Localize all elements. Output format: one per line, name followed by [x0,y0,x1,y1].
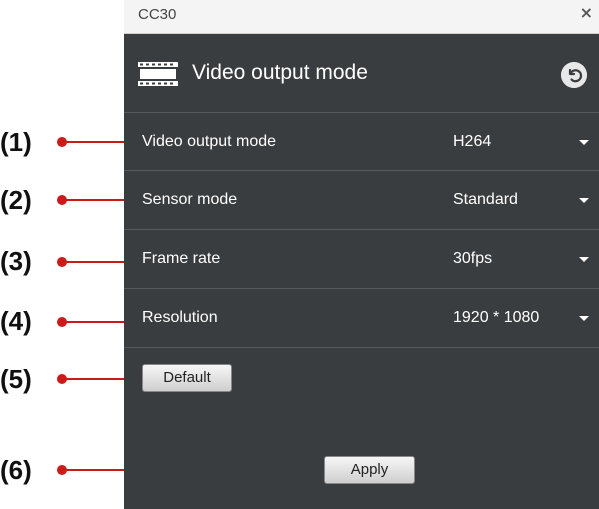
callout-label: (4) [0,306,32,336]
dropdown-arrow-icon[interactable] [579,257,589,262]
callout-label: (2) [0,185,32,215]
page-title: Video output mode [192,61,368,84]
window-titlebar: CC30 × [124,0,599,34]
setting-row-video-output-mode[interactable]: Video output mode H264 [124,112,599,171]
default-button[interactable]: Default [142,364,232,392]
window-title: CC30 [138,6,177,23]
callout-label: (3) [0,246,32,276]
callout-label: (5) [0,364,32,394]
callout-label: (6) [0,455,32,485]
setting-value[interactable]: 1920 * 1080 [453,309,539,327]
back-arrow-icon[interactable] [561,62,587,88]
callout-label: (1) [0,127,32,157]
panel-header: Video output mode [124,34,599,112]
dropdown-arrow-icon[interactable] [579,316,589,321]
dropdown-arrow-icon[interactable] [579,140,589,145]
setting-row-resolution[interactable]: Resolution 1920 * 1080 [124,288,599,348]
setting-label: Video output mode [142,133,277,150]
close-icon[interactable]: × [580,3,593,22]
setting-value[interactable]: Standard [453,191,518,209]
setting-row-frame-rate[interactable]: Frame rate 30fps [124,229,599,288]
setting-label: Resolution [142,309,218,326]
setting-value[interactable]: H264 [453,133,491,151]
setting-label: Frame rate [142,250,221,267]
setting-row-sensor-mode[interactable]: Sensor mode Standard [124,170,599,229]
film-strip-icon [138,62,178,86]
settings-window: CC30 × Video output mode Video output mo… [124,0,599,509]
setting-value[interactable]: 30fps [453,250,492,268]
apply-button[interactable]: Apply [324,456,415,484]
setting-label: Sensor mode [142,191,238,208]
dropdown-arrow-icon[interactable] [579,198,589,203]
